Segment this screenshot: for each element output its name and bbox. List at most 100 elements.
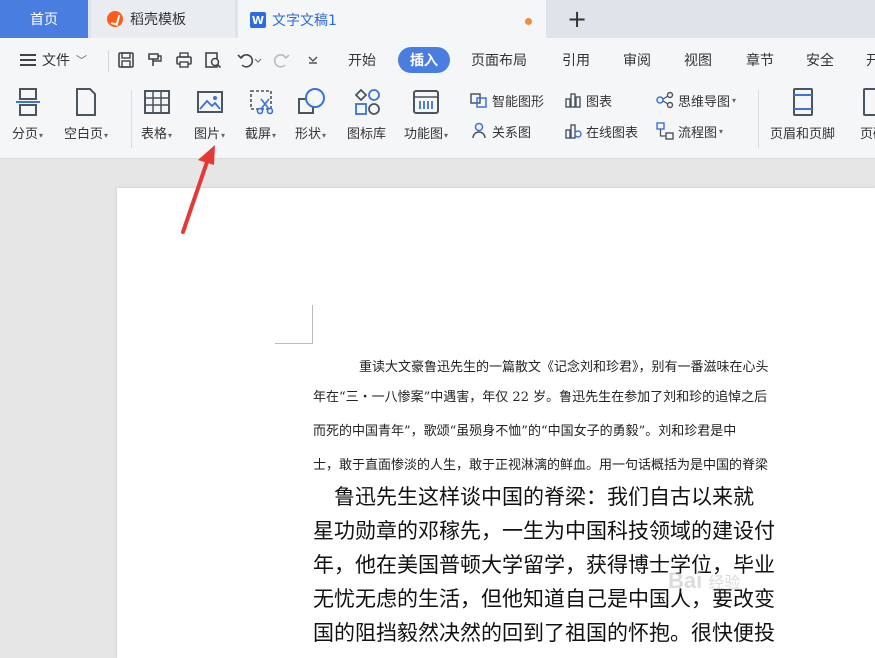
undo-icon[interactable] [234, 49, 264, 71]
function-chart-button[interactable]: 功能图▾ [404, 87, 448, 142]
document-page[interactable]: 重读大文豪鲁迅先生的一篇散文《记念刘和珍君》，别有一番滋味在心头 年在“三・一八… [117, 188, 875, 658]
shape-label: 形状▾ [295, 127, 327, 142]
icon-library-button[interactable]: 图标库 [347, 87, 386, 142]
tab-dev-partial[interactable]: 开 [866, 38, 875, 82]
smart-graphic-label: 智能图形 [492, 94, 545, 110]
shape-button[interactable]: 形状▾ [295, 87, 326, 142]
table-icon [142, 87, 172, 117]
save-icon[interactable] [116, 49, 136, 71]
text-line[interactable]: 而死的中国青年”，歌颂“虽殒身不恤”的“中国女子的勇毅”。刘和珍君是中 [313, 420, 736, 439]
watermark-text: Bai [668, 568, 703, 593]
bar-chart-icon [564, 91, 582, 109]
text-line[interactable]: 士，敢于直面惨淡的人生，敢于正视淋漓的鲜血。用一句话概括为是中国的脊梁 [313, 454, 768, 473]
tab-page-layout[interactable]: 页面布局 [471, 38, 527, 82]
tab-daoke-label: 稻壳模板 [130, 12, 186, 28]
tab-daoke-templates[interactable]: 稻壳模板 [91, 0, 235, 38]
file-menu-label: 文件 [42, 53, 70, 69]
menu-divider [108, 50, 109, 72]
mind-map-dropdown-icon: ▾ [732, 95, 737, 105]
relation-chart-icon [470, 122, 488, 140]
screenshot-icon [246, 87, 276, 117]
online-chart-label: 在线图表 [586, 125, 639, 141]
print-preview-icon[interactable] [203, 49, 223, 71]
relation-chart-button[interactable]: 关系图 [470, 120, 531, 142]
flowchart-button[interactable]: 流程图 ▾ [656, 120, 723, 142]
smart-graphic-button[interactable]: 智能图形 [470, 89, 544, 111]
new-tab-button[interactable]: + [565, 5, 589, 33]
shape-icon [296, 87, 326, 117]
table-button[interactable]: 表格▾ [141, 87, 172, 142]
page-number-button[interactable]: 页码 [858, 87, 875, 142]
hamburger-icon [20, 54, 36, 66]
tab-security[interactable]: 安全 [806, 38, 834, 82]
relation-chart-label: 关系图 [492, 125, 532, 141]
tab-view[interactable]: 视图 [684, 38, 712, 82]
ribbon-divider [758, 90, 759, 148]
daoke-logo-icon [107, 11, 123, 27]
tab-view-label: 视图 [684, 53, 712, 69]
picture-icon [195, 87, 225, 117]
tab-references-label: 引用 [562, 53, 590, 69]
tab-document-label: 文字文稿1 [272, 13, 337, 29]
header-footer-button[interactable]: 页眉和页脚 [770, 87, 835, 142]
header-footer-label: 页眉和页脚 [770, 127, 836, 142]
text-line[interactable]: 星功勋章的邓稼先，一生为中国科技领域的建设付 [313, 515, 775, 545]
page-number-icon [858, 87, 875, 117]
function-chart-label: 功能图▾ [404, 127, 449, 142]
tab-review[interactable]: 审阅 [623, 38, 651, 82]
print-icon[interactable] [174, 49, 194, 71]
tab-security-label: 安全 [806, 53, 834, 69]
tab-chapter[interactable]: 章节 [746, 38, 774, 82]
text-line[interactable]: 鲁迅先生这样谈中国的脊梁：我们自古以来就 [313, 481, 754, 511]
mind-map-button[interactable]: 思维导图 ▾ [656, 89, 736, 111]
text-line[interactable]: 国的阻挡毅然决然的回到了祖国的怀抱。很快便投 [313, 617, 775, 647]
tab-insert-label: 插入 [410, 53, 438, 69]
unsaved-indicator [525, 18, 532, 25]
annotation-arrow-icon [181, 145, 215, 234]
mind-map-label: 思维导图 [678, 94, 731, 110]
format-painter-icon[interactable] [145, 49, 165, 71]
smart-graphic-icon [470, 91, 488, 109]
text-line[interactable]: 年在“三・一八惨案”中遇害，年仅 22 岁。鲁迅先生在参加了刘和珍的追悼之后 [313, 386, 767, 405]
tab-start[interactable]: 开始 [348, 38, 376, 82]
online-chart-button[interactable]: 在线图表 [564, 120, 638, 142]
wps-writer-icon: W [250, 12, 266, 28]
chart-button[interactable]: 图表 [564, 89, 612, 111]
tab-references[interactable]: 引用 [562, 38, 590, 82]
insert-ribbon: 分页▾ 空白页▾ 表格▾ 图片▾ 截屏▾ 形状▾ 图标库 功能图▾ 智能图形 图… [0, 82, 875, 159]
tab-review-label: 审阅 [623, 53, 651, 69]
icon-library-label: 图标库 [347, 127, 387, 142]
file-menu[interactable]: 文件 ﹀ [20, 38, 87, 82]
tab-insert[interactable]: 插入 [398, 47, 450, 73]
flowchart-icon [656, 122, 674, 140]
chart-label: 图表 [586, 94, 613, 110]
document-canvas[interactable]: 重读大文豪鲁迅先生的一篇散文《记念刘和珍君》，别有一番滋味在心头 年在“三・一八… [0, 159, 875, 658]
baidu-jingyan-watermark: Bai 经验 [668, 568, 740, 594]
screenshot-button[interactable]: 截屏▾ [245, 87, 276, 142]
page-number-label: 页码 [859, 127, 875, 142]
text-line[interactable]: 重读大文豪鲁迅先生的一篇散文《记念刘和珍君》，别有一番滋味在心头 [359, 356, 769, 375]
mind-map-icon [656, 91, 674, 109]
page-break-icon [13, 87, 43, 117]
blank-page-button[interactable]: 空白页▾ [64, 87, 108, 142]
page-break-button[interactable]: 分页▾ [12, 87, 43, 142]
flowchart-label: 流程图 [678, 125, 718, 141]
table-label: 表格▾ [141, 127, 173, 142]
picture-label: 图片▾ [194, 127, 226, 142]
redo-icon[interactable] [272, 49, 292, 71]
blank-page-label: 空白页▾ [64, 127, 109, 142]
function-chart-icon [411, 87, 441, 117]
online-chart-icon [564, 122, 582, 140]
picture-button[interactable]: 图片▾ [194, 87, 225, 142]
watermark-sub: 经验 [708, 575, 741, 592]
tab-page-layout-label: 页面布局 [471, 53, 527, 69]
tab-home[interactable]: 首页 [0, 0, 88, 38]
ribbon-divider [131, 90, 132, 148]
tab-bar: 首页 稻壳模板 W 文字文稿1 + [0, 0, 875, 38]
customize-toolbar-icon[interactable] [303, 49, 323, 71]
tab-home-label: 首页 [30, 12, 58, 28]
tab-document[interactable]: W 文字文稿1 [238, 0, 546, 38]
margin-corner-mark [275, 305, 313, 344]
chevron-down-icon: ﹀ [76, 54, 87, 67]
header-footer-icon [788, 87, 818, 117]
